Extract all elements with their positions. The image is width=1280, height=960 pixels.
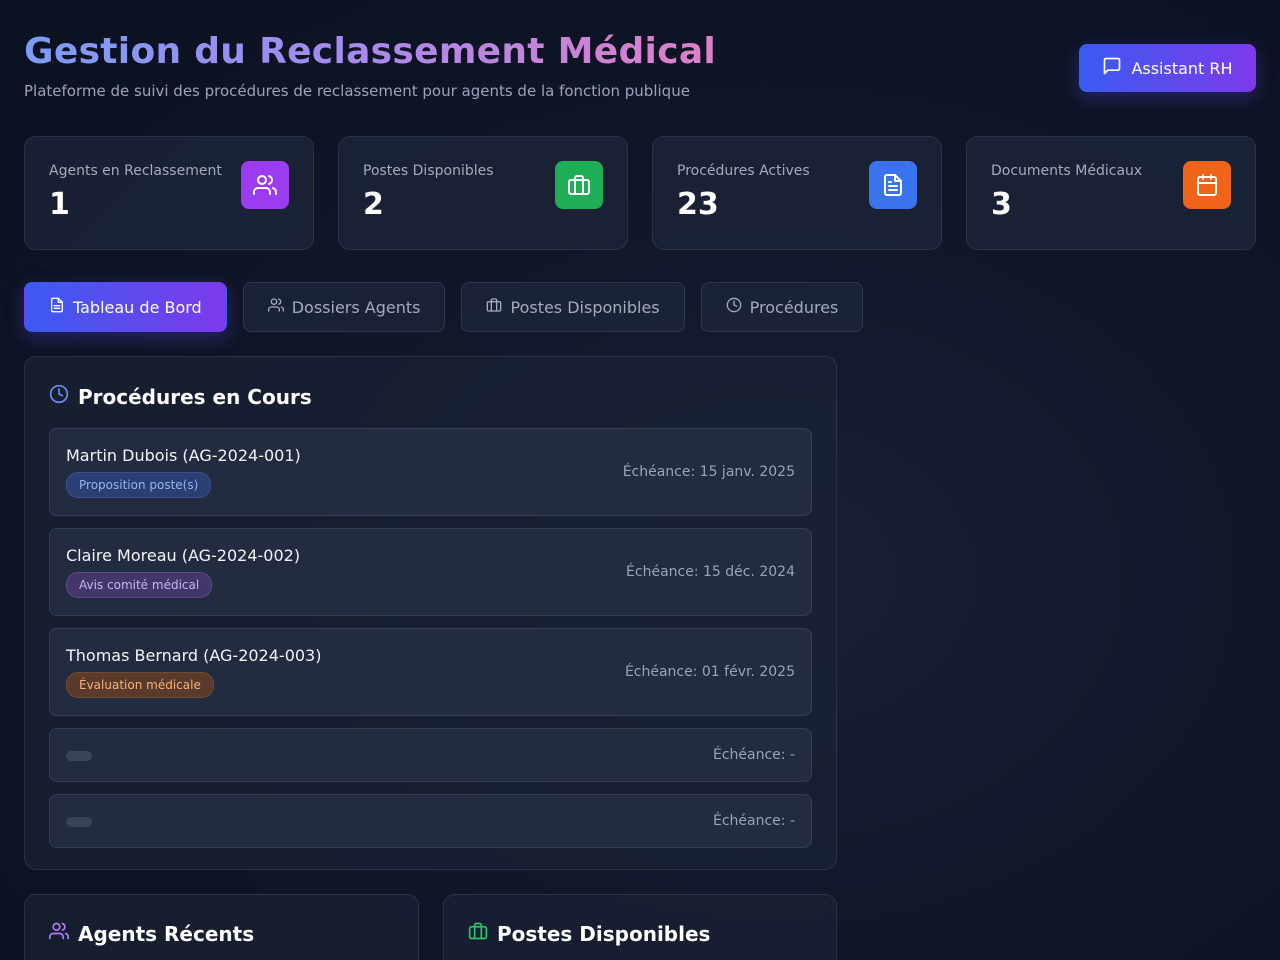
assistant-rh-label: Assistant RH	[1131, 58, 1233, 78]
procedures-panel: Procédures en Cours Martin Dubois (AG-20…	[24, 356, 837, 870]
procedure-item[interactable]: Martin Dubois (AG-2024-001) Proposition …	[49, 428, 812, 516]
stats-row: Agents en Reclassement 1 Postes Disponib…	[24, 136, 1256, 250]
status-badge	[66, 751, 92, 761]
clock-icon	[49, 384, 69, 409]
postes-panel-title: Postes Disponibles	[468, 921, 812, 946]
page-subtitle: Plateforme de suivi des procédures de re…	[24, 82, 690, 100]
users-icon	[241, 161, 289, 209]
tab-label: Postes Disponibles	[510, 297, 660, 317]
tab-bar: Tableau de Bord Dossiers Agents Postes D…	[24, 282, 864, 332]
stat-card-agents: Agents en Reclassement 1	[24, 136, 314, 250]
procedure-deadline: Échéance: 15 janv. 2025	[622, 464, 795, 480]
tab-procedures[interactable]: Procédures	[700, 282, 864, 332]
page-title: Gestion du Reclassement Médical	[24, 31, 717, 72]
procedure-item[interactable]: Claire Moreau (AG-2024-002) Avis comité …	[49, 528, 812, 616]
procedure-agent-name: Martin Dubois (AG-2024-001)	[66, 446, 301, 465]
agents-recents-panel: Agents Récents	[24, 894, 419, 960]
stat-card-procedures: Procédures Actives 23	[652, 136, 942, 250]
postes-title-text: Postes Disponibles	[497, 921, 711, 946]
procedure-deadline: Échéance: -	[712, 747, 795, 763]
stat-card-documents: Documents Médicaux 3	[966, 136, 1256, 250]
users-icon	[267, 297, 284, 317]
procedure-deadline: Échéance: 01 févr. 2025	[624, 664, 795, 680]
procedure-item[interactable]: Échéance: -	[49, 728, 812, 782]
briefcase-icon	[486, 297, 502, 317]
procedures-panel-title: Procédures en Cours	[49, 384, 812, 409]
agents-title-text: Agents Récents	[78, 921, 255, 946]
tab-label: Dossiers Agents	[291, 297, 421, 317]
procedure-agent-name: Claire Moreau (AG-2024-002)	[66, 546, 301, 565]
briefcase-icon	[555, 161, 603, 209]
users-icon	[49, 921, 69, 946]
assistant-rh-button[interactable]: Assistant RH	[1079, 44, 1256, 92]
procedure-item[interactable]: Thomas Bernard (AG-2024-003) Évaluation …	[49, 628, 812, 716]
tab-label: Procédures	[749, 297, 839, 317]
procedures-list: Martin Dubois (AG-2024-001) Proposition …	[49, 428, 812, 848]
page: Gestion du Reclassement Médical Platefor…	[0, 0, 1280, 960]
status-badge: Évaluation médicale	[66, 672, 214, 698]
procedure-agent-name: Thomas Bernard (AG-2024-003)	[66, 646, 322, 665]
status-badge: Avis comité médical	[66, 572, 213, 598]
document-icon	[49, 297, 65, 317]
tab-postes-disponibles[interactable]: Postes Disponibles	[461, 282, 685, 332]
procedure-deadline: Échéance: -	[712, 813, 795, 829]
stat-card-postes: Postes Disponibles 2	[338, 136, 628, 250]
tab-tableau-de-bord[interactable]: Tableau de Bord	[24, 282, 227, 332]
procedure-item[interactable]: Échéance: -	[49, 794, 812, 848]
status-badge	[66, 817, 92, 827]
document-icon	[869, 161, 917, 209]
header: Gestion du Reclassement Médical Platefor…	[24, 30, 716, 100]
calendar-icon	[1183, 161, 1231, 209]
tab-dossiers-agents[interactable]: Dossiers Agents	[242, 282, 446, 332]
postes-disponibles-panel: Postes Disponibles	[443, 894, 837, 960]
chat-icon	[1102, 56, 1122, 80]
tab-label: Tableau de Bord	[73, 297, 202, 317]
status-badge: Proposition poste(s)	[66, 472, 212, 498]
briefcase-icon	[468, 921, 488, 946]
procedures-title-text: Procédures en Cours	[78, 384, 312, 409]
clock-icon	[726, 297, 742, 317]
agents-panel-title: Agents Récents	[49, 921, 394, 946]
procedure-deadline: Échéance: 15 déc. 2024	[626, 564, 795, 580]
